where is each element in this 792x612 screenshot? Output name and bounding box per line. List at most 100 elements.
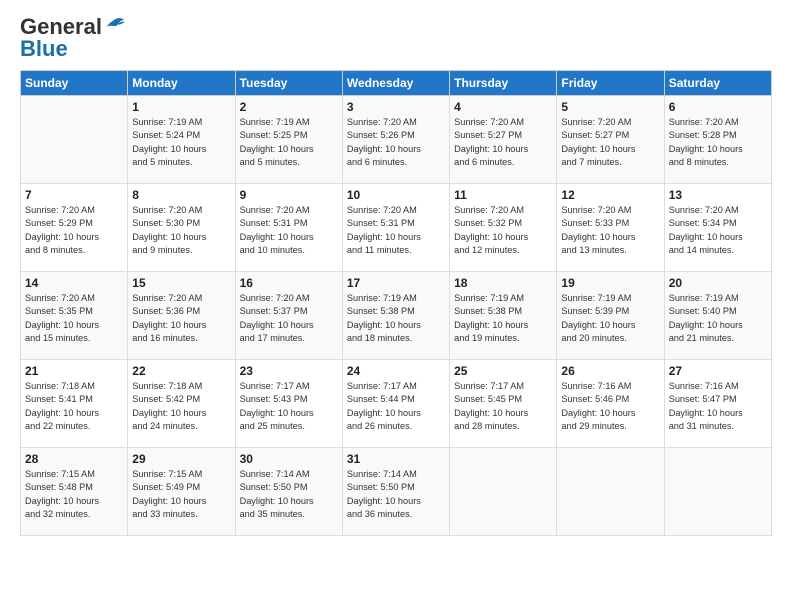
day-info: Sunrise: 7:19 AMSunset: 5:40 PMDaylight:… [669,292,767,345]
day-info: Sunrise: 7:20 AMSunset: 5:37 PMDaylight:… [240,292,338,345]
day-number: 7 [25,188,123,202]
day-info: Sunrise: 7:20 AMSunset: 5:27 PMDaylight:… [454,116,552,169]
calendar-cell: 18 Sunrise: 7:19 AMSunset: 5:38 PMDayligh… [450,272,557,360]
day-info: Sunrise: 7:19 AMSunset: 5:25 PMDaylight:… [240,116,338,169]
weekday-header: Monday [128,71,235,96]
day-info: Sunrise: 7:17 AMSunset: 5:43 PMDaylight:… [240,380,338,433]
calendar-week-row: 7 Sunrise: 7:20 AMSunset: 5:29 PMDaylight… [21,184,772,272]
day-info: Sunrise: 7:20 AMSunset: 5:32 PMDaylight:… [454,204,552,257]
day-info: Sunrise: 7:20 AMSunset: 5:28 PMDaylight:… [669,116,767,169]
calendar-cell: 19 Sunrise: 7:19 AMSunset: 5:39 PMDayligh… [557,272,664,360]
day-number: 18 [454,276,552,290]
day-info: Sunrise: 7:20 AMSunset: 5:36 PMDaylight:… [132,292,230,345]
day-info: Sunrise: 7:20 AMSunset: 5:26 PMDaylight:… [347,116,445,169]
weekday-header: Tuesday [235,71,342,96]
day-number: 12 [561,188,659,202]
day-number: 30 [240,452,338,466]
day-number: 8 [132,188,230,202]
day-number: 4 [454,100,552,114]
calendar-table: SundayMondayTuesdayWednesdayThursdayFrid… [20,70,772,536]
day-number: 24 [347,364,445,378]
day-info: Sunrise: 7:20 AMSunset: 5:31 PMDaylight:… [347,204,445,257]
day-info: Sunrise: 7:16 AMSunset: 5:46 PMDaylight:… [561,380,659,433]
day-number: 17 [347,276,445,290]
day-number: 23 [240,364,338,378]
day-number: 26 [561,364,659,378]
day-number: 16 [240,276,338,290]
day-info: Sunrise: 7:19 AMSunset: 5:38 PMDaylight:… [347,292,445,345]
day-number: 10 [347,188,445,202]
calendar-cell: 9 Sunrise: 7:20 AMSunset: 5:31 PMDaylight… [235,184,342,272]
day-number: 31 [347,452,445,466]
calendar-cell: 21 Sunrise: 7:18 AMSunset: 5:41 PMDayligh… [21,360,128,448]
calendar-cell [557,448,664,536]
calendar-cell: 25Sunrise: 7:17 AMSunset: 5:45 PMDayligh… [450,360,557,448]
header: General Blue [20,16,772,60]
day-info: Sunrise: 7:19 AMSunset: 5:38 PMDaylight:… [454,292,552,345]
day-number: 13 [669,188,767,202]
weekday-header: Friday [557,71,664,96]
bird-icon [104,16,126,38]
calendar-cell: 16 Sunrise: 7:20 AMSunset: 5:37 PMDayligh… [235,272,342,360]
day-info: Sunrise: 7:20 AMSunset: 5:31 PMDaylight:… [240,204,338,257]
calendar-cell [450,448,557,536]
day-number: 2 [240,100,338,114]
logo-text: General Blue [20,16,102,60]
day-info: Sunrise: 7:20 AMSunset: 5:34 PMDaylight:… [669,204,767,257]
day-number: 9 [240,188,338,202]
calendar-cell: 17 Sunrise: 7:19 AMSunset: 5:38 PMDayligh… [342,272,449,360]
calendar-cell: 20 Sunrise: 7:19 AMSunset: 5:40 PMDayligh… [664,272,771,360]
weekday-header: Sunday [21,71,128,96]
calendar-cell: 1 Sunrise: 7:19 AMSunset: 5:24 PMDaylight… [128,96,235,184]
calendar-cell [664,448,771,536]
calendar-cell: 13 Sunrise: 7:20 AMSunset: 5:34 PMDayligh… [664,184,771,272]
day-info: Sunrise: 7:18 AMSunset: 5:42 PMDaylight:… [132,380,230,433]
calendar-cell: 24 Sunrise: 7:17 AMSunset: 5:44 PMDayligh… [342,360,449,448]
day-number: 28 [25,452,123,466]
day-info: Sunrise: 7:20 AMSunset: 5:30 PMDaylight:… [132,204,230,257]
day-number: 3 [347,100,445,114]
calendar-week-row: 1 Sunrise: 7:19 AMSunset: 5:24 PMDaylight… [21,96,772,184]
calendar-body: 1 Sunrise: 7:19 AMSunset: 5:24 PMDaylight… [21,96,772,536]
day-number: 6 [669,100,767,114]
day-info: Sunrise: 7:20 AMSunset: 5:27 PMDaylight:… [561,116,659,169]
day-info: Sunrise: 7:17 AMSunset: 5:44 PMDaylight:… [347,380,445,433]
day-number: 21 [25,364,123,378]
calendar-cell: 22 Sunrise: 7:18 AMSunset: 5:42 PMDayligh… [128,360,235,448]
day-info: Sunrise: 7:14 AMSunset: 5:50 PMDaylight:… [347,468,445,521]
calendar-cell: 3 Sunrise: 7:20 AMSunset: 5:26 PMDaylight… [342,96,449,184]
calendar-cell: 10 Sunrise: 7:20 AMSunset: 5:31 PMDayligh… [342,184,449,272]
weekday-header: Thursday [450,71,557,96]
calendar-cell [21,96,128,184]
day-info: Sunrise: 7:15 AMSunset: 5:49 PMDaylight:… [132,468,230,521]
calendar-cell: 5 Sunrise: 7:20 AMSunset: 5:27 PMDaylight… [557,96,664,184]
calendar-cell: 26 Sunrise: 7:16 AMSunset: 5:46 PMDayligh… [557,360,664,448]
day-number: 19 [561,276,659,290]
day-info: Sunrise: 7:19 AMSunset: 5:39 PMDaylight:… [561,292,659,345]
day-number: 29 [132,452,230,466]
day-number: 22 [132,364,230,378]
calendar-cell: 14Sunrise: 7:20 AMSunset: 5:35 PMDayligh… [21,272,128,360]
day-number: 27 [669,364,767,378]
calendar-cell: 2 Sunrise: 7:19 AMSunset: 5:25 PMDaylight… [235,96,342,184]
calendar-cell: 27Sunrise: 7:16 AMSunset: 5:47 PMDayligh… [664,360,771,448]
day-number: 1 [132,100,230,114]
calendar-cell: 4 Sunrise: 7:20 AMSunset: 5:27 PMDaylight… [450,96,557,184]
day-info: Sunrise: 7:14 AMSunset: 5:50 PMDaylight:… [240,468,338,521]
day-info: Sunrise: 7:20 AMSunset: 5:29 PMDaylight:… [25,204,123,257]
calendar-cell: 23 Sunrise: 7:17 AMSunset: 5:43 PMDayligh… [235,360,342,448]
calendar-cell: 11Sunrise: 7:20 AMSunset: 5:32 PMDayligh… [450,184,557,272]
day-info: Sunrise: 7:18 AMSunset: 5:41 PMDaylight:… [25,380,123,433]
day-number: 25 [454,364,552,378]
calendar-cell: 31 Sunrise: 7:14 AMSunset: 5:50 PMDayligh… [342,448,449,536]
calendar-week-row: 21 Sunrise: 7:18 AMSunset: 5:41 PMDayligh… [21,360,772,448]
calendar-cell: 6 Sunrise: 7:20 AMSunset: 5:28 PMDaylight… [664,96,771,184]
day-number: 20 [669,276,767,290]
day-number: 5 [561,100,659,114]
day-info: Sunrise: 7:19 AMSunset: 5:24 PMDaylight:… [132,116,230,169]
weekday-header: Saturday [664,71,771,96]
page-container: General Blue SundayMondayTuesdayWednesda… [0,0,792,546]
calendar-cell: 15Sunrise: 7:20 AMSunset: 5:36 PMDayligh… [128,272,235,360]
calendar-cell: 28Sunrise: 7:15 AMSunset: 5:48 PMDayligh… [21,448,128,536]
calendar-cell: 8 Sunrise: 7:20 AMSunset: 5:30 PMDaylight… [128,184,235,272]
